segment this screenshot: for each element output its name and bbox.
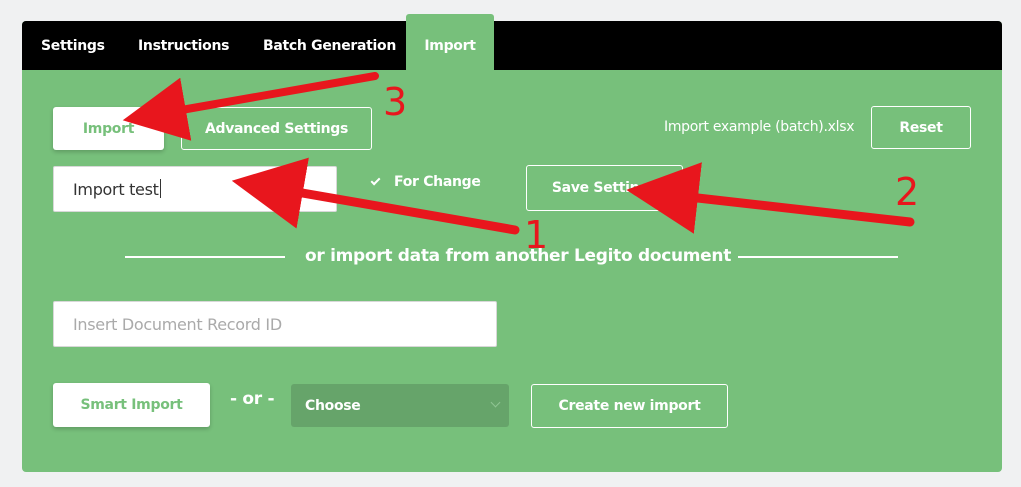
annotation-label-3: 3 bbox=[383, 80, 408, 124]
arrow-1 bbox=[231, 157, 520, 235]
arrow-3 bbox=[122, 72, 379, 141]
arrow-2 bbox=[626, 162, 915, 234]
annotation-arrows bbox=[122, 72, 915, 235]
annotation-label-1: 1 bbox=[524, 213, 549, 257]
annotation-label-2: 2 bbox=[895, 170, 920, 214]
